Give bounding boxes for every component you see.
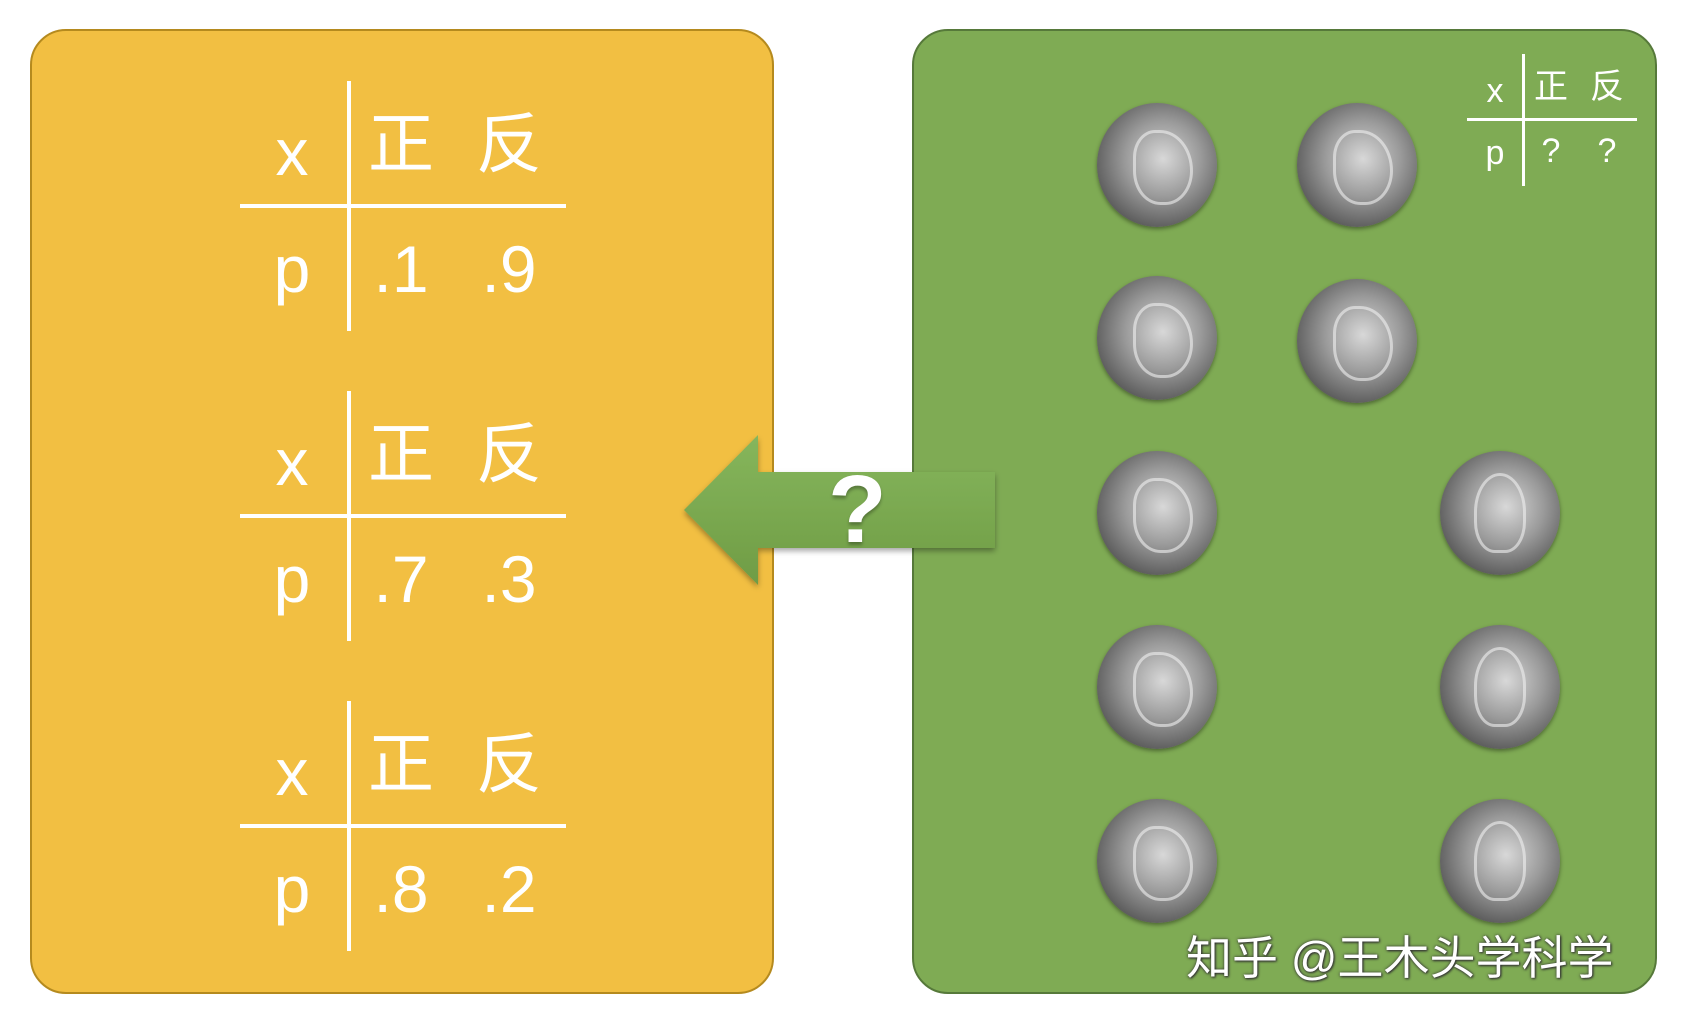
- arrow-question-label: ?: [828, 456, 887, 563]
- watermark: 知乎 @王木头学科学: [1186, 932, 1614, 984]
